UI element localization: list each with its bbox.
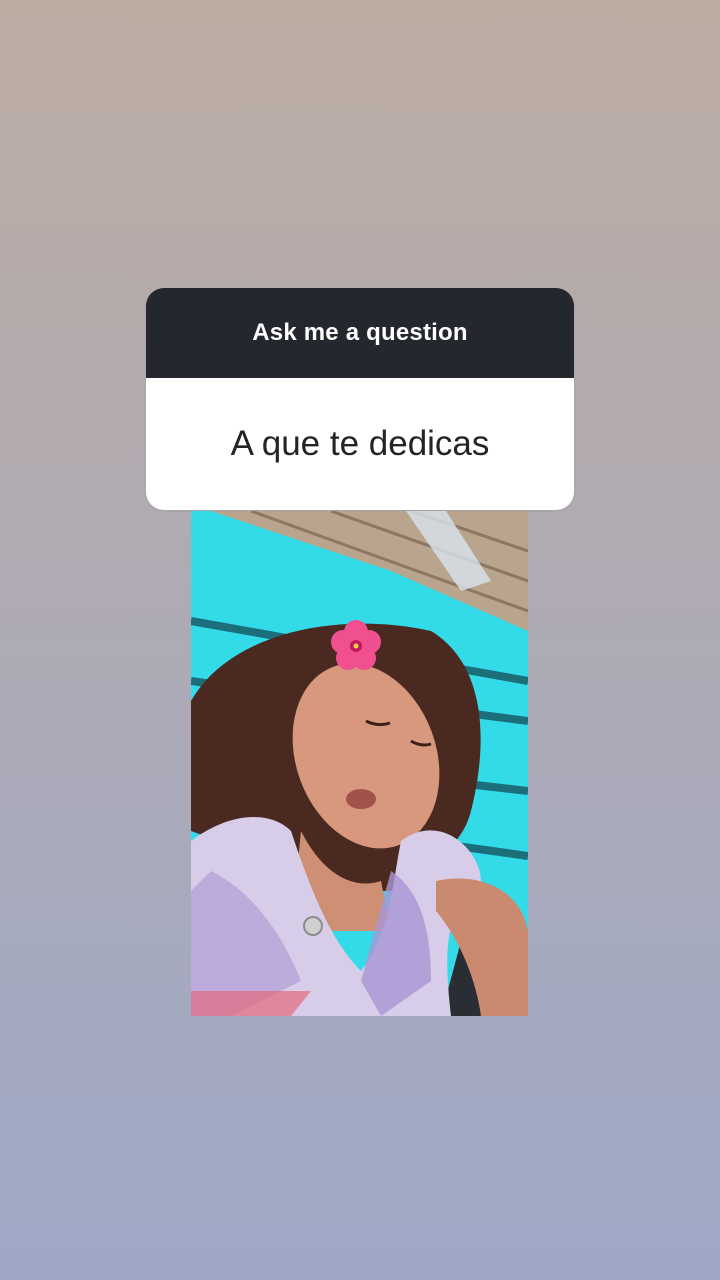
story-photo xyxy=(191,511,528,1016)
question-sticker-header: Ask me a question xyxy=(146,288,574,378)
question-sticker-answer: A que te dedicas xyxy=(146,378,574,510)
question-sticker[interactable]: Ask me a question A que te dedicas xyxy=(146,288,574,510)
